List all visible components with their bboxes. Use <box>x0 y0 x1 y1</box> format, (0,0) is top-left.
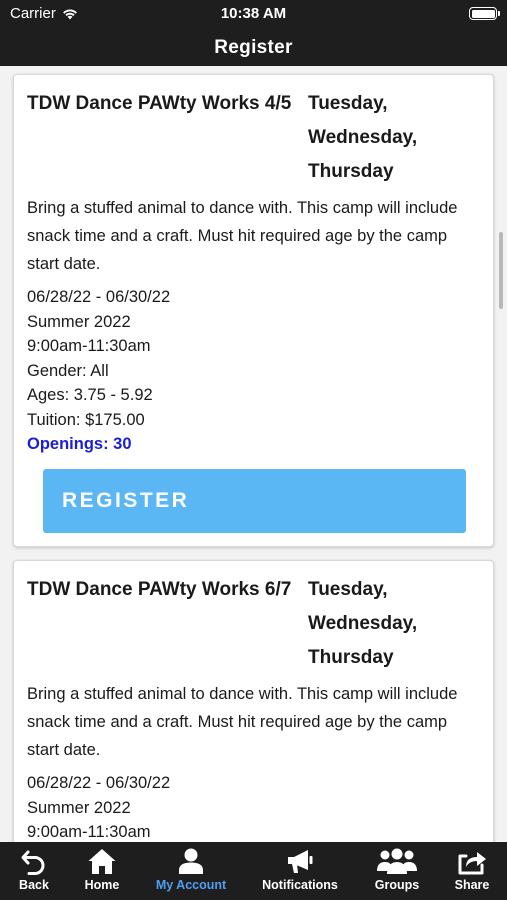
camp-ages: Ages: 3.75 - 5.92 <box>27 386 153 404</box>
tab-label: My Account <box>155 878 227 892</box>
camp-time: 9:00am-11:30am <box>27 823 151 841</box>
camp-days: Tuesday, Wednesday, Thursday <box>308 579 418 668</box>
camp-info: 06/28/22 - 06/30/22 Summer 2022 9:00am-1… <box>14 771 493 842</box>
camp-name: TDW Dance PAWty Works 4/5 <box>27 93 292 114</box>
camp-openings: Openings: 30 <box>27 435 132 453</box>
page-title: Register <box>214 37 293 58</box>
camp-name: TDW Dance PAWty Works 6/7 <box>27 579 292 600</box>
card-header: TDW Dance PAWty Works 4/5 Tuesday, Wedne… <box>14 75 493 189</box>
tab-home[interactable]: Home <box>81 842 123 900</box>
camp-tuition: Tuition: $175.00 <box>27 410 145 429</box>
card-header: TDW Dance PAWty Works 6/7 Tuesday, Wedne… <box>14 561 493 675</box>
megaphone-icon <box>285 842 315 875</box>
scrollbar[interactable] <box>499 232 503 309</box>
group-icon <box>376 842 418 875</box>
camp-dates: 06/28/22 - 06/30/22 <box>27 288 171 306</box>
tab-label: Home <box>84 878 120 892</box>
content-scroll-area[interactable]: TDW Dance PAWty Works 4/5 Tuesday, Wedne… <box>0 66 507 842</box>
register-button[interactable]: REGISTER <box>43 468 466 533</box>
battery-nub <box>498 11 500 16</box>
tab-label: Groups <box>374 878 420 892</box>
app-screen: Carrier 10:38 AM Register TDW Dance PAWt… <box>0 0 507 900</box>
tab-label: Notifications <box>262 878 338 892</box>
tab-groups[interactable]: Groups <box>370 842 424 900</box>
camp-description: Bring a stuffed animal to dance with. Th… <box>27 199 458 273</box>
tab-bar: Back Home My Account Notifications Group… <box>0 842 507 900</box>
user-icon <box>176 842 206 875</box>
battery-level <box>471 9 495 18</box>
camp-time: 9:00am-11:30am <box>27 337 151 355</box>
back-arrow-icon <box>20 842 48 875</box>
tab-label: Share <box>454 878 490 892</box>
camp-dates: 06/28/22 - 06/30/22 <box>27 774 171 792</box>
camp-season: Summer 2022 <box>27 798 131 817</box>
tab-label: Back <box>19 878 49 892</box>
tab-my-account[interactable]: My Account <box>148 842 234 900</box>
camp-info: 06/28/22 - 06/30/22 Summer 2022 9:00am-1… <box>14 285 493 457</box>
status-time: 10:38 AM <box>220 5 287 22</box>
camp-days: Tuesday, Wednesday, Thursday <box>308 93 418 182</box>
home-icon <box>87 842 117 875</box>
share-icon <box>456 842 488 875</box>
camp-description: Bring a stuffed animal to dance with. Th… <box>27 685 458 759</box>
status-bar: Carrier 10:38 AM <box>0 0 507 30</box>
tab-share[interactable]: Share <box>451 842 493 900</box>
battery-icon <box>469 7 500 20</box>
tab-back[interactable]: Back <box>14 842 54 900</box>
camp-card: TDW Dance PAWty Works 6/7 Tuesday, Wedne… <box>13 560 494 842</box>
camp-card: TDW Dance PAWty Works 4/5 Tuesday, Wedne… <box>13 74 494 547</box>
navigation-bar: Register <box>0 30 507 66</box>
tab-notifications[interactable]: Notifications <box>257 842 343 900</box>
camp-gender: Gender: All <box>27 361 109 380</box>
camp-season: Summer 2022 <box>27 312 131 331</box>
